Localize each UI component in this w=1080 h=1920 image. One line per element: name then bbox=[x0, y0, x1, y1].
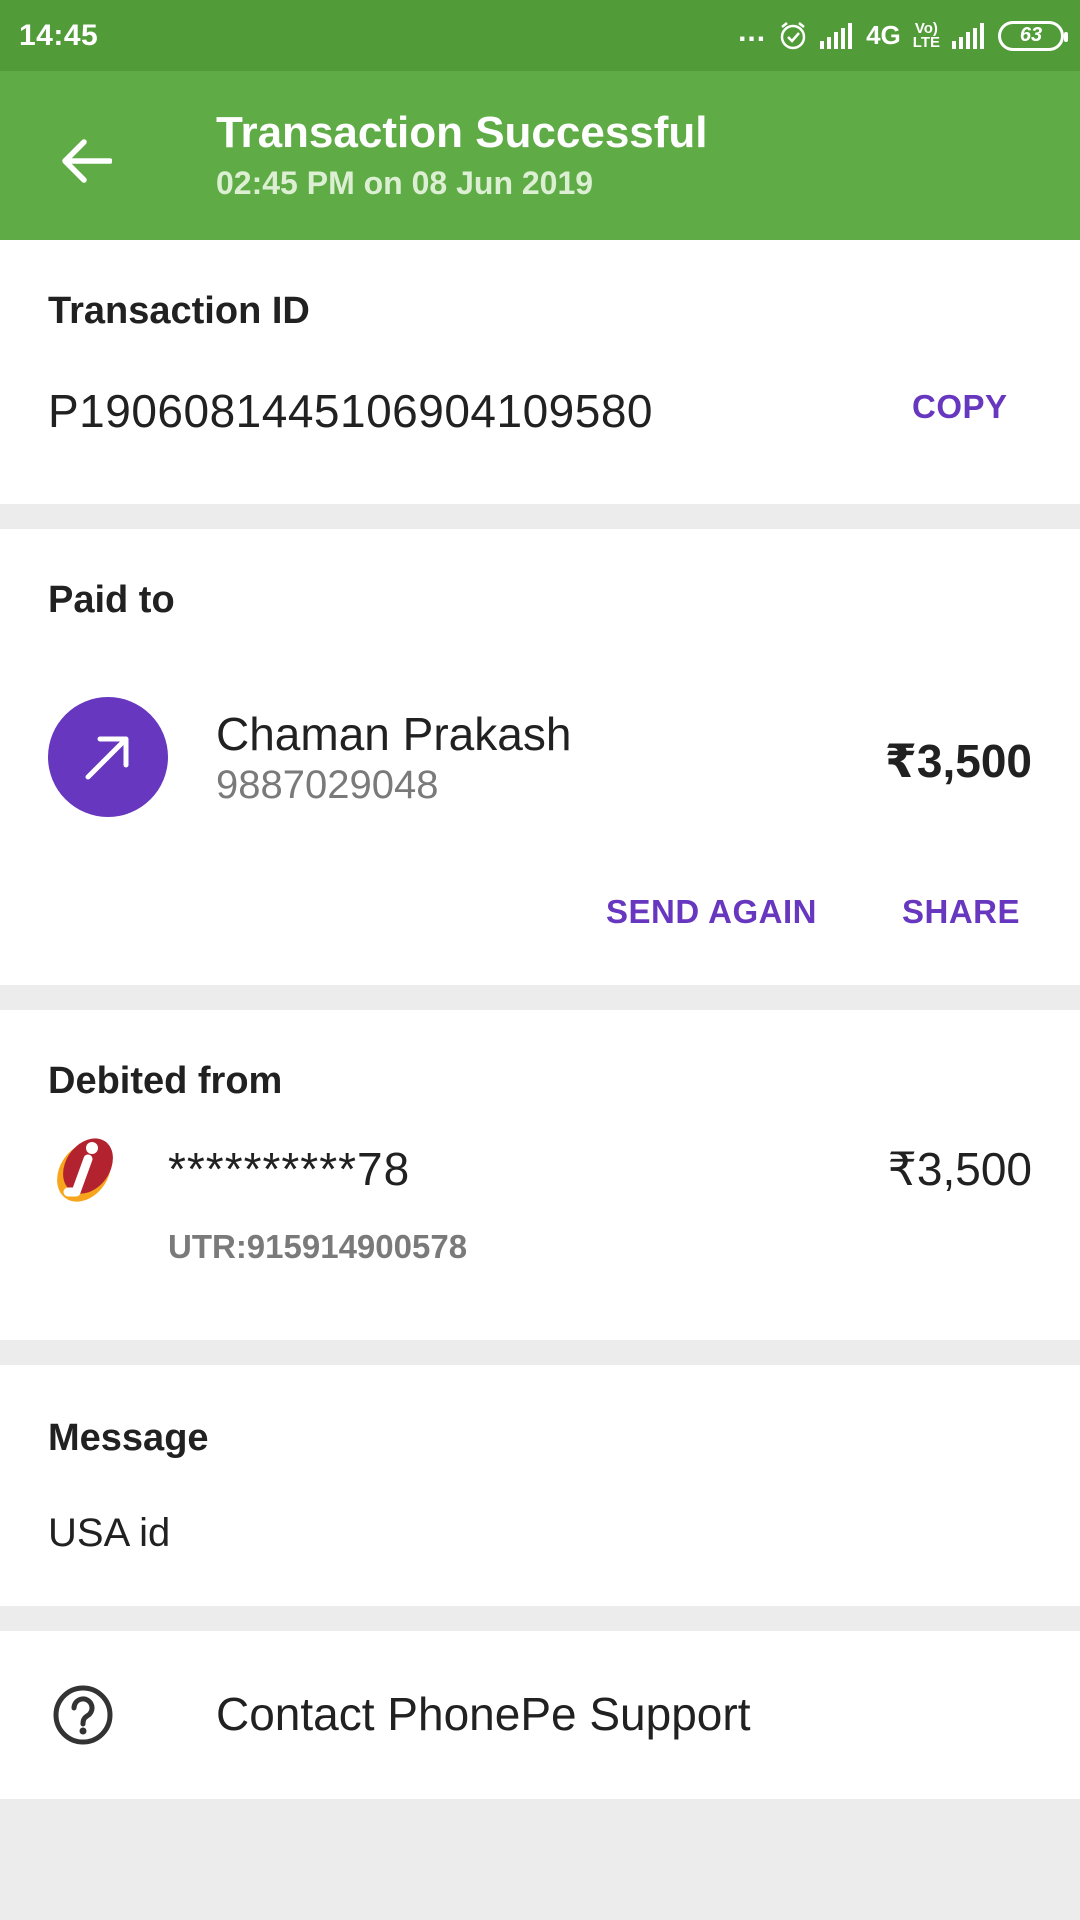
status-icons: ... 4G Vo) LTE 63 bbox=[738, 14, 1068, 51]
transaction-id-card: Transaction ID P1906081445106904109580 C… bbox=[0, 240, 1080, 504]
signal-icon bbox=[820, 22, 853, 49]
share-button[interactable]: SHARE bbox=[902, 893, 1020, 931]
volte-bottom: LTE bbox=[912, 33, 940, 51]
battery-icon: 63 bbox=[998, 20, 1068, 51]
payee-name: Chaman Prakash bbox=[216, 708, 572, 760]
payee-phone: 9887029048 bbox=[216, 763, 439, 807]
copy-button[interactable]: COPY bbox=[912, 388, 1008, 426]
payee-avatar bbox=[48, 697, 168, 817]
arrow-left-icon bbox=[62, 139, 112, 183]
app-bar: Transaction Successful 02:45 PM on 08 Ju… bbox=[0, 71, 1080, 240]
transaction-id-value: P1906081445106904109580 bbox=[48, 385, 654, 437]
alarm-icon bbox=[780, 21, 806, 49]
more-dots: ... bbox=[738, 14, 767, 48]
status-bar: 14:45 ... 4G Vo) LTE 63 bbox=[0, 0, 1080, 71]
paid-to-label: Paid to bbox=[48, 579, 175, 621]
paid-to-card: Paid to Chaman Prakash 9887029048 ₹3,500… bbox=[0, 529, 1080, 985]
bank-logo-icon bbox=[57, 1138, 113, 1202]
paid-amount: ₹3,500 bbox=[884, 735, 1032, 787]
battery-level: 63 bbox=[1019, 24, 1043, 46]
utr-number: UTR:915914900578 bbox=[168, 1228, 468, 1265]
account-number: **********78 bbox=[168, 1143, 411, 1195]
back-button[interactable] bbox=[46, 121, 126, 201]
message-label: Message bbox=[48, 1417, 209, 1459]
contact-support-row[interactable]: Contact PhonePe Support bbox=[0, 1631, 1080, 1799]
message-card: Message USA id bbox=[0, 1365, 1080, 1606]
help-circle-icon bbox=[53, 1685, 113, 1745]
volte-indicator: Vo) LTE bbox=[912, 21, 940, 51]
transaction-id-label: Transaction ID bbox=[48, 290, 310, 332]
arrow-up-right-icon bbox=[85, 736, 129, 780]
debited-from-label: Debited from bbox=[48, 1060, 283, 1102]
transaction-datetime: 02:45 PM on 08 Jun 2019 bbox=[216, 165, 594, 201]
network-type: 4G bbox=[866, 20, 901, 50]
status-time: 14:45 bbox=[19, 18, 99, 52]
page-title: Transaction Successful bbox=[216, 108, 708, 157]
debited-amount: ₹3,500 bbox=[887, 1143, 1032, 1195]
send-again-button[interactable]: SEND AGAIN bbox=[606, 893, 817, 931]
signal-icon-2 bbox=[952, 22, 984, 49]
debited-from-card: Debited from **********78 ₹3,500 UTR:915… bbox=[0, 1010, 1080, 1340]
message-text: USA id bbox=[48, 1511, 171, 1555]
contact-support-label: Contact PhonePe Support bbox=[216, 1688, 751, 1740]
